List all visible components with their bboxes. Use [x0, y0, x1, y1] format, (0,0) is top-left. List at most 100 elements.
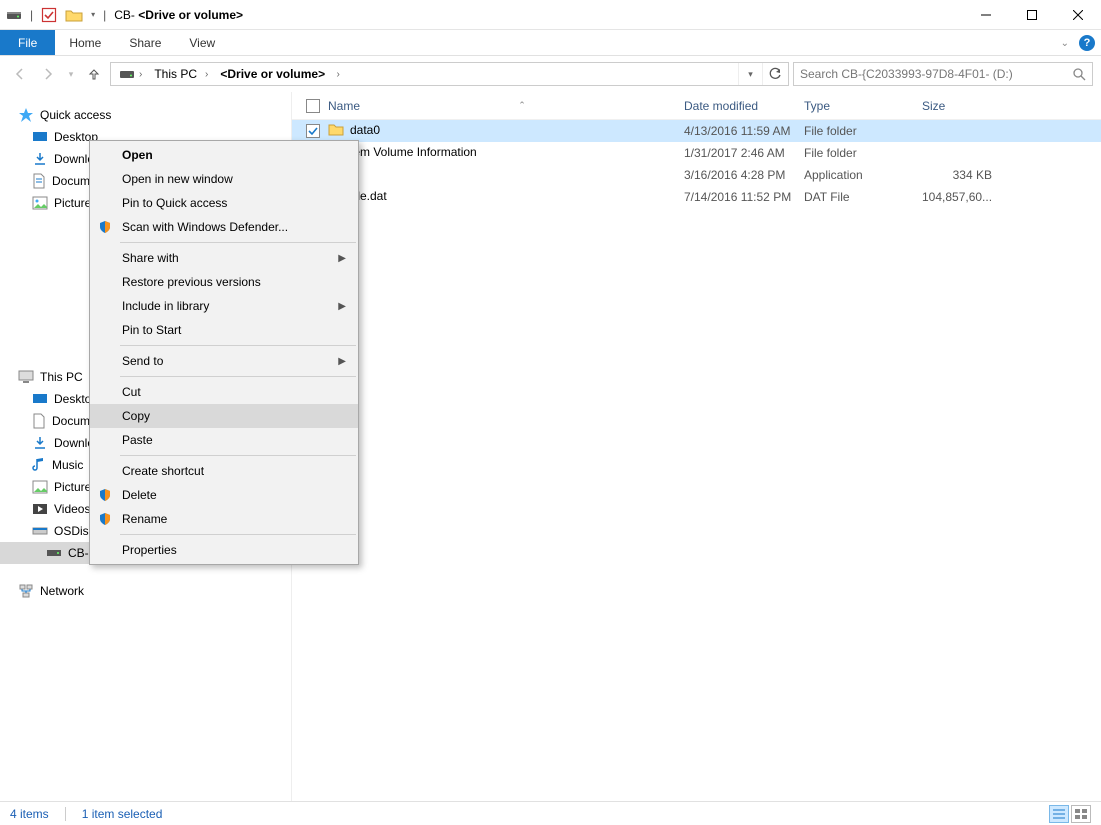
file-row[interactable]: tfile.dat7/14/2016 11:52 PMDAT File104,8…: [292, 186, 1101, 208]
ctx-send-to[interactable]: Send to▶: [90, 349, 358, 373]
ctx-create-shortcut[interactable]: Create shortcut: [90, 459, 358, 483]
search-icon[interactable]: [1072, 67, 1086, 81]
ctx-pin-start[interactable]: Pin to Start: [90, 318, 358, 342]
column-headers[interactable]: Name⌃ Date modified Type Size: [292, 92, 1101, 120]
breadcrumb-this-pc[interactable]: This PC›: [148, 63, 214, 85]
shield-icon: [96, 220, 114, 234]
ctx-open-new-window[interactable]: Open in new window: [90, 167, 358, 191]
file-date: 3/16/2016 4:28 PM: [684, 168, 804, 182]
shield-icon: [96, 488, 114, 502]
file-name: [328, 166, 684, 185]
ctx-rename[interactable]: Rename: [90, 507, 358, 531]
desktop-icon: [32, 131, 48, 143]
minimize-button[interactable]: [963, 0, 1009, 30]
ctx-include-library[interactable]: Include in library▶: [90, 294, 358, 318]
column-type[interactable]: Type: [804, 92, 922, 120]
breadcrumb-drive[interactable]: <Drive or volume> ›: [214, 63, 345, 85]
breadcrumb-root-icon[interactable]: ›: [113, 63, 148, 85]
address-history-dropdown[interactable]: ▾: [738, 63, 762, 85]
file-type: File folder: [804, 146, 922, 160]
drive-icon: [32, 525, 48, 537]
view-details-button[interactable]: [1049, 805, 1069, 823]
file-row[interactable]: data04/13/2016 11:59 AMFile folder: [292, 120, 1101, 142]
pictures-icon: [32, 196, 48, 210]
nav-back-button[interactable]: [8, 62, 32, 86]
nav-network[interactable]: Network: [18, 580, 291, 602]
column-name[interactable]: Name⌃: [328, 92, 684, 120]
chevron-right-icon: ▶: [338, 356, 346, 367]
tab-home[interactable]: Home: [55, 30, 115, 55]
window-title: CB- <Drive or volume>: [114, 8, 243, 22]
ctx-delete[interactable]: Delete: [90, 483, 358, 507]
videos-icon: [32, 503, 48, 515]
tab-view[interactable]: View: [175, 30, 229, 55]
qat-dropdown-icon[interactable]: ▾: [91, 10, 95, 19]
file-list-pane: Name⌃ Date modified Type Size data04/13/…: [292, 92, 1101, 801]
downloads-icon: [32, 152, 48, 166]
status-divider: [65, 807, 66, 821]
music-icon: [32, 457, 46, 473]
ctx-share-with[interactable]: Share with▶: [90, 246, 358, 270]
file-date: 7/14/2016 11:52 PM: [684, 190, 804, 204]
ctx-properties[interactable]: Properties: [90, 538, 358, 562]
ctx-pin-quick[interactable]: Pin to Quick access: [90, 191, 358, 215]
file-row[interactable]: tem Volume Information1/31/2017 2:46 AMF…: [292, 142, 1101, 164]
maximize-button[interactable]: [1009, 0, 1055, 30]
file-type: File folder: [804, 124, 922, 138]
documents-icon: [32, 413, 46, 429]
ctx-restore[interactable]: Restore previous versions: [90, 270, 358, 294]
file-size: 104,857,60...: [922, 190, 1002, 204]
file-row[interactable]: 3/16/2016 4:28 PMApplication334 KB: [292, 164, 1101, 186]
qat-folder-icon[interactable]: [65, 8, 83, 22]
downloads-icon: [32, 436, 48, 450]
status-selected-count: 1 item selected: [82, 807, 163, 821]
ctx-copy[interactable]: Copy: [90, 404, 358, 428]
chevron-right-icon: ▶: [338, 301, 346, 312]
ribbon-tabs: File Home Share View ⌄ ?: [0, 30, 1101, 56]
address-bar[interactable]: › This PC› <Drive or volume> › ▾: [110, 62, 789, 86]
tab-file[interactable]: File: [0, 30, 55, 55]
pictures-icon: [32, 480, 48, 494]
status-bar: 4 items 1 item selected: [0, 801, 1101, 825]
status-item-count: 4 items: [10, 807, 49, 821]
context-menu: Open Open in new window Pin to Quick acc…: [89, 140, 359, 565]
ctx-paste[interactable]: Paste: [90, 428, 358, 452]
help-icon[interactable]: ?: [1079, 35, 1095, 51]
documents-icon: [32, 173, 46, 189]
file-name: tfile.dat: [328, 188, 684, 207]
star-icon: [18, 107, 34, 123]
column-date[interactable]: Date modified: [684, 92, 804, 120]
file-type: DAT File: [804, 190, 922, 204]
file-type: Application: [804, 168, 922, 182]
file-date: 4/13/2016 11:59 AM: [684, 124, 804, 138]
nav-up-button[interactable]: [82, 62, 106, 86]
shield-icon: [96, 512, 114, 526]
nav-recent-dropdown[interactable]: ▾: [64, 62, 78, 86]
drive-icon: [6, 8, 22, 22]
search-placeholder: Search CB-{C2033993-97D8-4F01- (D:): [800, 67, 1013, 81]
qat-separator: |: [30, 8, 33, 22]
ctx-cut[interactable]: Cut: [90, 380, 358, 404]
file-size: 334 KB: [922, 168, 1002, 182]
row-checkbox[interactable]: [306, 124, 320, 138]
title-bar: | ▾ | CB- <Drive or volume>: [0, 0, 1101, 30]
close-button[interactable]: [1055, 0, 1101, 30]
nav-forward-button[interactable]: [36, 62, 60, 86]
nav-quick-access[interactable]: Quick access: [18, 104, 291, 126]
file-name: tem Volume Information: [328, 145, 684, 162]
file-date: 1/31/2017 2:46 AM: [684, 146, 804, 160]
view-icons-button[interactable]: [1071, 805, 1091, 823]
search-box[interactable]: Search CB-{C2033993-97D8-4F01- (D:): [793, 62, 1093, 86]
network-icon: [18, 584, 34, 598]
column-size[interactable]: Size: [922, 92, 1002, 120]
select-all-checkbox[interactable]: [306, 99, 320, 113]
ribbon-expand-icon[interactable]: ⌄: [1061, 38, 1069, 49]
drive-icon: [46, 547, 62, 559]
ctx-defender[interactable]: Scan with Windows Defender...: [90, 215, 358, 239]
tab-share[interactable]: Share: [115, 30, 175, 55]
qat-separator-2: |: [103, 8, 106, 22]
ctx-open[interactable]: Open: [90, 143, 358, 167]
qat-checkbox-icon[interactable]: [41, 7, 57, 23]
refresh-button[interactable]: [762, 63, 786, 85]
pc-icon: [18, 370, 34, 384]
